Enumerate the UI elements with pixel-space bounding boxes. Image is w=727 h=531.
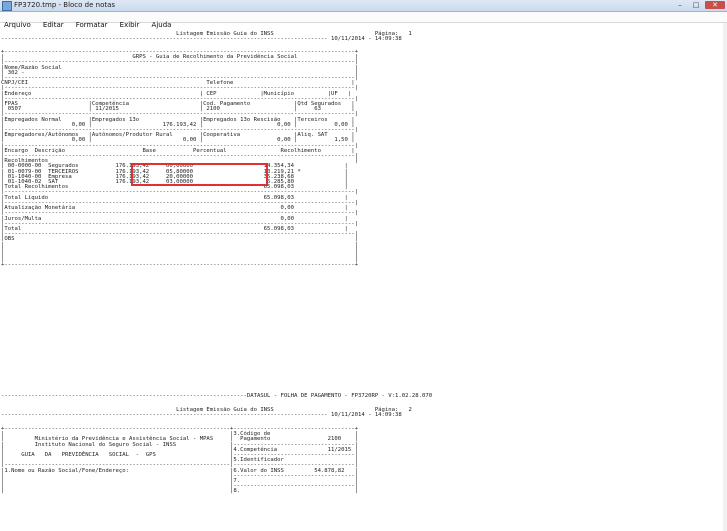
minimize-button[interactable]: – bbox=[673, 1, 687, 9]
vertical-scrollbar[interactable] bbox=[723, 23, 727, 531]
notepad-app-icon bbox=[2, 1, 12, 11]
page1-header: Listagem Emissão Guia do INSS Página: 1 … bbox=[1, 31, 412, 43]
window-titlebar: FP3720.tmp - Bloco de notas – □ ✕ bbox=[0, 0, 727, 12]
text-editor-area[interactable]: Listagem Emissão Guia do INSS Página: 1 … bbox=[0, 23, 727, 531]
menu-bar: Arquivo Editar Formatar Exibir Ajuda bbox=[0, 12, 727, 29]
page1-footer: ----------------------------------------… bbox=[1, 393, 433, 399]
window-title: FP3720.tmp - Bloco de notas bbox=[14, 1, 116, 9]
maximize-button[interactable]: □ bbox=[689, 1, 703, 9]
close-button[interactable]: ✕ bbox=[705, 1, 725, 9]
page2-header: Listagem Emissão Guia do INSS Página: 2 … bbox=[1, 407, 412, 419]
page2-gps-form: +---------------------------------------… bbox=[1, 426, 358, 495]
page1-guia-form: +---------------------------------------… bbox=[1, 49, 358, 269]
highlight-empregados-13o bbox=[131, 163, 268, 186]
